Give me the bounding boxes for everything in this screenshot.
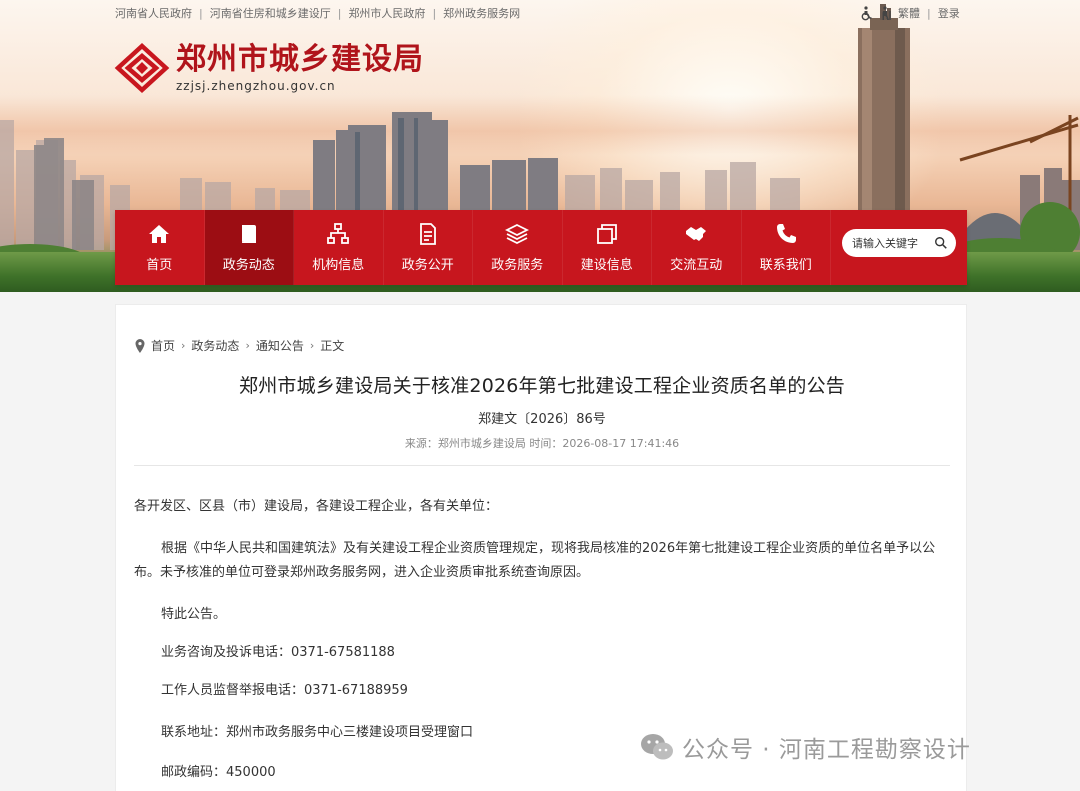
nav-label: 联系我们: [759, 258, 812, 273]
document-icon: [419, 223, 436, 245]
top-right-separator: |: [927, 6, 931, 20]
chevron-right-icon: ›: [309, 339, 315, 352]
postal-code: 邮政编码：450000: [161, 765, 276, 780]
title-divider: [134, 465, 950, 466]
breadcrumb-government-news[interactable]: 政务动态: [191, 337, 239, 354]
breadcrumb-notices[interactable]: 通知公告: [256, 337, 304, 354]
search-icon[interactable]: [934, 236, 948, 250]
nav-item-government-news[interactable]: 政务动态: [204, 210, 294, 285]
watermark-text: 公众号 · 河南工程勘察设计: [682, 737, 971, 763]
chevron-right-icon: ›: [181, 339, 186, 352]
report-phone: 工作人员监督举报电话：0371-67188959: [161, 683, 408, 698]
handshake-icon: [686, 227, 707, 241]
nav-item-services[interactable]: 政务服务: [473, 210, 563, 285]
top-link-separator: |: [432, 6, 437, 20]
nav-label: 政务公开: [401, 258, 454, 273]
chevron-right-icon: ›: [245, 339, 250, 352]
article-salutation: 各开发区、区县（市）建设局，各建设工程企业，各有关单位：: [134, 499, 499, 514]
elderly-mode-icon[interactable]: [878, 5, 894, 21]
logo-emblem-icon: [114, 42, 170, 94]
search-box: [842, 229, 956, 257]
wechat-watermark: 公众号 · 河南工程勘察设计: [640, 730, 971, 764]
breadcrumb-home[interactable]: 首页: [151, 337, 175, 354]
nav-item-contact[interactable]: 联系我们: [742, 210, 831, 285]
site-logo[interactable]: 郑州市城乡建设局 zzjsj.zhengzhou.gov.cn: [114, 42, 424, 94]
site-url: zzjsj.zhengzhou.gov.cn: [176, 79, 336, 93]
login-link[interactable]: 登录: [938, 5, 960, 21]
site-title: 郑州市城乡建设局: [176, 42, 424, 77]
nav-label: 机构信息: [312, 258, 365, 273]
top-link-separator: |: [337, 6, 342, 20]
top-link-henan-gov[interactable]: 河南省人民政府: [115, 5, 192, 21]
top-links-bar: 河南省人民政府 | 河南省住房和城乡建设厅 | 郑州市人民政府 | 郑州政务服务…: [115, 5, 520, 21]
nav-label: 交流互动: [670, 258, 723, 273]
breadcrumb-current: 正文: [320, 339, 345, 353]
contact-address: 联系地址：郑州市政务服务中心三楼建设项目受理窗口: [161, 725, 474, 740]
article-notice: 特此公告。: [161, 607, 227, 622]
top-link-separator: |: [199, 6, 203, 20]
nav-label: 政务服务: [491, 258, 544, 273]
consult-phone: 业务咨询及投诉电话：0371-67581188: [161, 645, 395, 660]
location-pin-icon: [135, 338, 145, 353]
top-link-henan-housing[interactable]: 河南省住房和城乡建设厅: [210, 5, 331, 21]
nav-item-interaction[interactable]: 交流互动: [652, 210, 742, 285]
nav-item-public-info[interactable]: 政务公开: [384, 210, 473, 285]
book-icon: [241, 225, 256, 243]
main-nav: 首页 政务动态 机构信息 政务公开 政务服务 建设信息 交流互动 联系我们: [115, 210, 967, 285]
document-number: 郑建文〔2026〕86号: [478, 412, 606, 427]
top-link-zhengzhou-gov[interactable]: 郑州市人民政府: [348, 5, 425, 21]
article-meta: 来源：郑州市城乡建设局 时间：2026-08-17 17:41:46: [404, 437, 680, 450]
top-right-tools: 繁體 | 登录: [858, 4, 960, 22]
search-input[interactable]: [852, 236, 932, 250]
nav-item-construction-info[interactable]: 建设信息: [563, 210, 652, 285]
nav-label: 政务动态: [222, 258, 275, 273]
article-panel: 首页 › 政务动态 › 通知公告 › 正文 郑州市城乡建设局关于核准2026年第…: [115, 304, 967, 791]
org-chart-icon: [327, 223, 350, 244]
phone-icon: [776, 224, 796, 243]
wechat-icon: [641, 734, 673, 760]
top-link-zhengzhou-service[interactable]: 郑州政务服务网: [443, 5, 520, 21]
nav-item-organization[interactable]: 机构信息: [294, 210, 384, 285]
nav-label: 建设信息: [580, 258, 633, 273]
files-icon: [596, 224, 617, 244]
layers-icon: [505, 223, 530, 245]
accessibility-icon[interactable]: [858, 5, 874, 21]
traditional-chinese-link[interactable]: 繁體: [898, 5, 920, 21]
nav-label: 首页: [146, 258, 173, 273]
article-main-paragraph: 根据《中华人民共和国建筑法》及有关建设工程企业资质管理规定，现将我局核准的202…: [134, 541, 936, 580]
nav-item-home[interactable]: 首页: [115, 210, 205, 285]
home-icon: [149, 225, 170, 243]
breadcrumb: 首页 › 政务动态 › 通知公告 › 正文: [134, 337, 344, 354]
article-title: 郑州市城乡建设局关于核准2026年第七批建设工程企业资质名单的公告: [239, 375, 845, 397]
